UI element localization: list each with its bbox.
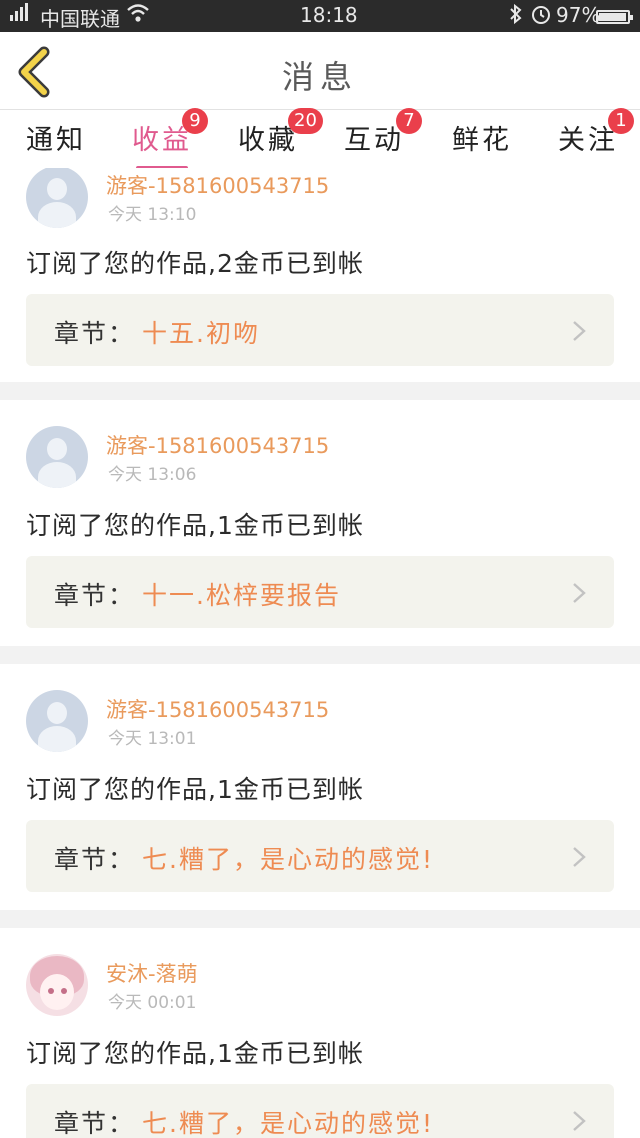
message-time: 今天 00:01: [108, 993, 197, 1013]
alarm-icon: [530, 2, 552, 31]
bluetooth-icon: [508, 2, 524, 31]
status-bar: 中国联通 18:18 97%: [0, 0, 640, 32]
chevron-right-icon: [573, 847, 586, 867]
category-tabs: 通知 收益 9 收藏 20 互动 7 鲜花 关注 1: [0, 108, 640, 170]
tab-label: 互动: [344, 125, 404, 156]
tab-earnings[interactable]: 收益 9: [130, 108, 208, 170]
chapter-title: 十一.松梓要报告: [142, 581, 341, 610]
message-list[interactable]: 游客-1581600543715 今天 13:10 订阅了您的作品,2金币已到帐…: [0, 168, 640, 1138]
sender-name[interactable]: 游客-1581600543715: [106, 694, 329, 724]
unread-badge: 20: [288, 108, 323, 134]
chevron-right-icon: [573, 1111, 586, 1131]
tab-label: 收藏: [238, 125, 298, 156]
tab-notifications[interactable]: 通知: [24, 118, 88, 168]
chapter-link[interactable]: 章节： 十一.松梓要报告: [26, 556, 614, 628]
chapter-label: 章节：: [54, 1109, 136, 1138]
default-avatar[interactable]: [26, 690, 88, 752]
sender-name[interactable]: 游客-1581600543715: [106, 170, 329, 200]
message-card: 游客-1581600543715 今天 13:10 订阅了您的作品,2金币已到帐…: [0, 168, 640, 382]
default-avatar[interactable]: [26, 426, 88, 488]
message-text: 订阅了您的作品,2金币已到帐: [26, 249, 364, 278]
tab-label: 通知: [26, 125, 86, 156]
tab-favorites[interactable]: 收藏 20: [236, 108, 323, 168]
message-text: 订阅了您的作品,1金币已到帐: [26, 511, 364, 540]
signal-icon: [10, 3, 28, 21]
chevron-right-icon: [573, 583, 586, 603]
message-text: 订阅了您的作品,1金币已到帐: [26, 775, 364, 804]
unread-badge: 1: [608, 108, 634, 134]
tab-label: 关注: [558, 125, 618, 156]
chapter-label: 章节：: [54, 581, 136, 610]
nav-bar: 消息: [0, 32, 640, 110]
chapter-label: 章节：: [54, 319, 136, 348]
tab-label: 收益: [132, 125, 192, 156]
chapter-label: 章节：: [54, 845, 136, 874]
chapter-title: 十五.初吻: [142, 319, 260, 348]
page-title: 消息: [281, 58, 358, 96]
chapter-link[interactable]: 章节： 七.糟了，是心动的感觉!: [26, 820, 614, 892]
sender-name[interactable]: 安沐-落萌: [106, 958, 198, 988]
unread-badge: 9: [182, 108, 208, 134]
chapter-title: 七.糟了，是心动的感觉!: [142, 845, 434, 874]
status-time: 18:18: [300, 3, 358, 27]
message-card: 游客-1581600543715 今天 13:01 订阅了您的作品,1金币已到帐…: [0, 664, 640, 910]
tab-following[interactable]: 关注 1: [556, 108, 634, 168]
battery-icon: [596, 10, 633, 24]
message-time: 今天 13:06: [108, 465, 197, 485]
battery-percent: 97%: [556, 3, 601, 27]
message-text: 订阅了您的作品,1金币已到帐: [26, 1039, 364, 1068]
anime-avatar[interactable]: [26, 954, 88, 1016]
tab-flowers[interactable]: 鲜花: [450, 118, 514, 168]
tab-label: 鲜花: [452, 125, 512, 156]
carrier-name: 中国联通: [40, 7, 120, 31]
tab-interactions[interactable]: 互动 7: [342, 108, 422, 168]
chapter-link[interactable]: 章节： 十五.初吻: [26, 294, 614, 366]
message-time: 今天 13:10: [108, 205, 197, 225]
chapter-title: 七.糟了，是心动的感觉!: [142, 1109, 434, 1138]
message-card: 安沐-落萌 今天 00:01 订阅了您的作品,1金币已到帐 章节： 七.糟了，是…: [0, 928, 640, 1138]
chapter-link[interactable]: 章节： 七.糟了，是心动的感觉!: [26, 1084, 614, 1138]
wifi-icon: [126, 2, 150, 29]
default-avatar[interactable]: [26, 168, 88, 228]
message-time: 今天 13:01: [108, 729, 197, 749]
unread-badge: 7: [396, 108, 422, 134]
chevron-right-icon: [573, 321, 586, 341]
sender-name[interactable]: 游客-1581600543715: [106, 430, 329, 460]
message-card: 游客-1581600543715 今天 13:06 订阅了您的作品,1金币已到帐…: [0, 400, 640, 646]
